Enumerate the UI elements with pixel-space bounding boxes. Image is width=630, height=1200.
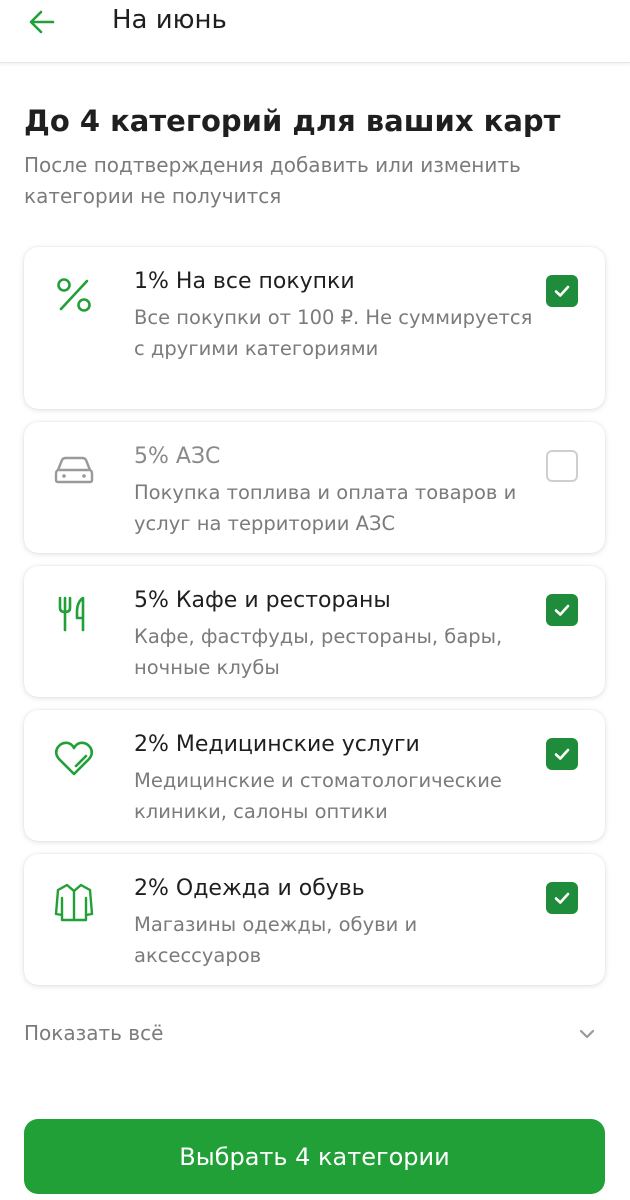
fork-knife-icon	[58, 596, 85, 632]
category-checkbox[interactable]	[546, 275, 578, 307]
show-all-toggle[interactable]: Показать всё	[24, 1018, 605, 1052]
category-description: Покупка топлива и оплата товаров и услуг…	[134, 481, 517, 535]
arrow-left-icon	[29, 10, 55, 34]
category-checkbox[interactable]	[546, 450, 578, 482]
section-subheading: После подтверждения добавить или изменит…	[24, 153, 521, 208]
car-icon	[54, 456, 94, 484]
category-title: 5% Кафе и рестораны	[134, 588, 391, 613]
category-card-cafes[interactable]: 5% Кафе и рестораны Кафе, фастфуды, рест…	[24, 566, 605, 697]
chevron-down-icon	[579, 1029, 595, 1039]
category-title: 5% АЗС	[134, 444, 221, 469]
category-card-gas-stations[interactable]: 5% АЗС Покупка топлива и оплата товаров …	[24, 422, 605, 553]
section-heading: До 4 категорий для ваших карт	[24, 104, 561, 138]
category-checkbox[interactable]	[546, 738, 578, 770]
check-icon	[554, 748, 570, 760]
category-checkbox[interactable]	[546, 882, 578, 914]
top-bar: На июнь	[0, 0, 630, 63]
percent-icon	[57, 278, 91, 312]
check-icon	[554, 892, 570, 904]
check-icon	[554, 604, 570, 616]
category-title: 2% Медицинские услуги	[134, 732, 420, 757]
category-title: 2% Одежда и обувь	[134, 876, 365, 901]
page-title: На июнь	[112, 5, 227, 35]
category-checkbox[interactable]	[546, 594, 578, 626]
back-button[interactable]	[22, 2, 62, 42]
category-card-clothing[interactable]: 2% Одежда и обувь Магазины одежды, обуви…	[24, 854, 605, 985]
category-description: Магазины одежды, обуви и аксессуаров	[134, 913, 418, 967]
select-categories-button[interactable]: Выбрать 4 категории	[24, 1119, 605, 1194]
show-all-label: Показать всё	[24, 1021, 164, 1045]
check-icon	[554, 285, 570, 297]
category-card-medical[interactable]: 2% Медицинские услуги Медицинские и стом…	[24, 710, 605, 841]
heart-icon	[54, 741, 94, 776]
category-description: Все покупки от 100 ₽. Не суммируется с д…	[134, 306, 533, 360]
category-card-all-purchases[interactable]: 1% На все покупки Все покупки от 100 ₽. …	[24, 247, 605, 409]
category-description: Медицинские и стоматологические клиники,…	[134, 769, 502, 823]
category-description: Кафе, фастфуды, рестораны, бары, ночные …	[134, 625, 503, 679]
coat-icon	[54, 883, 94, 922]
category-title: 1% На все покупки	[134, 269, 355, 294]
